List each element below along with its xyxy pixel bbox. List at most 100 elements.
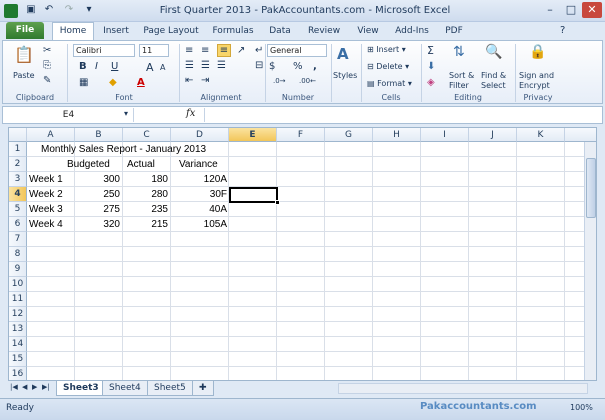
row-header[interactable]: 11: [9, 292, 27, 307]
align-bottom-icon[interactable]: ≡: [217, 44, 231, 57]
column-header[interactable]: C: [123, 128, 171, 142]
align-right-icon[interactable]: ☰: [217, 60, 226, 71]
row-header[interactable]: 16: [9, 367, 27, 380]
find-select-icon[interactable]: 🔍: [485, 44, 502, 60]
tab-add-ins[interactable]: Add-Ins: [392, 22, 432, 40]
tab-data[interactable]: Data: [265, 22, 295, 40]
grow-font-button[interactable]: A: [146, 61, 154, 74]
cell-B6[interactable]: 320: [75, 217, 120, 232]
sheet-tab-active[interactable]: Sheet3: [56, 381, 106, 396]
column-header[interactable]: J: [469, 128, 517, 142]
tab-insert[interactable]: Insert: [100, 22, 132, 40]
horizontal-scrollbar[interactable]: [338, 383, 588, 394]
fill-icon[interactable]: ⬇: [427, 61, 435, 72]
name-box[interactable]: E4: [4, 108, 134, 122]
row-header[interactable]: 3: [9, 172, 27, 187]
increase-decimal-icon[interactable]: .0→: [273, 77, 286, 85]
selected-cell-e4[interactable]: [229, 187, 278, 203]
column-header[interactable]: K: [517, 128, 565, 142]
column-header[interactable]: E: [229, 128, 277, 142]
merge-center-icon[interactable]: ⊟: [255, 60, 263, 71]
tab-formulas[interactable]: Formulas: [210, 22, 256, 40]
copy-icon[interactable]: ⎘: [43, 60, 51, 71]
cell-D4[interactable]: 30F: [171, 187, 227, 202]
cell-C4[interactable]: 280: [123, 187, 168, 202]
insert-function-button[interactable]: fx: [186, 108, 195, 119]
row-header[interactable]: 5: [9, 202, 27, 217]
increase-indent-icon[interactable]: ⇥: [201, 75, 209, 86]
comma-button[interactable]: ,: [313, 61, 317, 72]
column-header[interactable]: A: [27, 128, 75, 142]
row-header[interactable]: 1: [9, 142, 27, 157]
insert-sheet-icon[interactable]: ✚: [192, 381, 214, 396]
fill-color-icon[interactable]: ◆: [109, 77, 117, 88]
row-header[interactable]: 7: [9, 232, 27, 247]
cell-B3[interactable]: 300: [75, 172, 120, 187]
cell-C6[interactable]: 215: [123, 217, 168, 232]
row-header[interactable]: 14: [9, 337, 27, 352]
find-select-label[interactable]: Find &: [481, 71, 506, 80]
cell-A3[interactable]: Week 1: [29, 172, 63, 187]
row-header[interactable]: 6: [9, 217, 27, 232]
tab-home[interactable]: Home: [52, 22, 94, 41]
cell-C3[interactable]: 180: [123, 172, 168, 187]
sign-encrypt-label[interactable]: Sign and: [519, 71, 554, 80]
sign-encrypt-label-2[interactable]: Encrypt: [519, 81, 550, 90]
autosum-button[interactable]: Σ: [427, 44, 434, 57]
last-sheet-icon[interactable]: ▶|: [42, 383, 50, 391]
font-size-select[interactable]: 11: [139, 44, 169, 57]
column-header[interactable]: H: [373, 128, 421, 142]
row-header[interactable]: 10: [9, 277, 27, 292]
percent-button[interactable]: %: [293, 61, 303, 72]
row-header[interactable]: 9: [9, 262, 27, 277]
font-color-icon[interactable]: A: [137, 77, 145, 88]
formula-input[interactable]: [204, 108, 594, 122]
cell-B4[interactable]: 250: [75, 187, 120, 202]
row-header[interactable]: 8: [9, 247, 27, 262]
quick-access-dropdown-icon[interactable]: ▾: [82, 4, 96, 18]
tab-review[interactable]: Review: [305, 22, 343, 40]
number-format-select[interactable]: General: [267, 44, 327, 57]
name-box-dropdown-icon[interactable]: ▾: [124, 109, 128, 118]
zoom-level[interactable]: 100%: [570, 403, 593, 412]
decrease-decimal-icon[interactable]: .00←: [299, 77, 316, 85]
column-header[interactable]: I: [421, 128, 469, 142]
find-select-label-2[interactable]: Select: [481, 81, 506, 90]
cell-C5[interactable]: 235: [123, 202, 168, 217]
cell-A4[interactable]: Week 2: [29, 187, 63, 202]
undo-icon[interactable]: ↶: [42, 4, 56, 18]
align-top-icon[interactable]: ≡: [185, 45, 193, 56]
worksheet-grid[interactable]: A B C D E F G H I J K 1 2 3 4 5 6 7 8 9 10 11 12 13 1…: [8, 127, 597, 381]
decrease-indent-icon[interactable]: ⇤: [185, 75, 193, 86]
row-header[interactable]: 12: [9, 307, 27, 322]
close-button[interactable]: ✕: [582, 2, 602, 18]
cell-C2[interactable]: Actual: [127, 157, 155, 172]
currency-button[interactable]: $: [269, 61, 275, 72]
save-icon[interactable]: ▣: [24, 4, 38, 18]
clear-icon[interactable]: ◈: [427, 77, 435, 88]
column-header[interactable]: F: [277, 128, 325, 142]
minimize-button[interactable]: –: [540, 2, 560, 18]
cell-A5[interactable]: Week 3: [29, 202, 63, 217]
vertical-scroll-thumb[interactable]: [586, 158, 596, 218]
cell-A1[interactable]: Monthly Sales Report - January 2013: [41, 142, 206, 157]
delete-cells-button[interactable]: ⊟ Delete ▾: [367, 62, 409, 71]
row-header[interactable]: 15: [9, 352, 27, 367]
align-center-icon[interactable]: ☰: [201, 60, 210, 71]
tab-page-layout[interactable]: Page Layout: [142, 22, 200, 40]
styles-icon[interactable]: A: [337, 45, 349, 63]
shrink-font-button[interactable]: A: [160, 63, 165, 72]
sort-filter-label[interactable]: Sort &: [449, 71, 474, 80]
cell-A6[interactable]: Week 4: [29, 217, 63, 232]
cell-D2[interactable]: Variance: [179, 157, 218, 172]
cut-icon[interactable]: ✂: [43, 45, 51, 56]
tab-view[interactable]: View: [353, 22, 383, 40]
sheet-tab[interactable]: Sheet5: [147, 381, 193, 396]
prev-sheet-icon[interactable]: ◀: [22, 383, 27, 391]
help-icon[interactable]: ?: [560, 25, 565, 36]
tab-pdf[interactable]: PDF: [442, 22, 466, 40]
cell-D3[interactable]: 120A: [171, 172, 227, 187]
row-header[interactable]: 2: [9, 157, 27, 172]
sign-encrypt-icon[interactable]: 🔒: [529, 44, 546, 60]
maximize-button[interactable]: □: [561, 2, 581, 18]
